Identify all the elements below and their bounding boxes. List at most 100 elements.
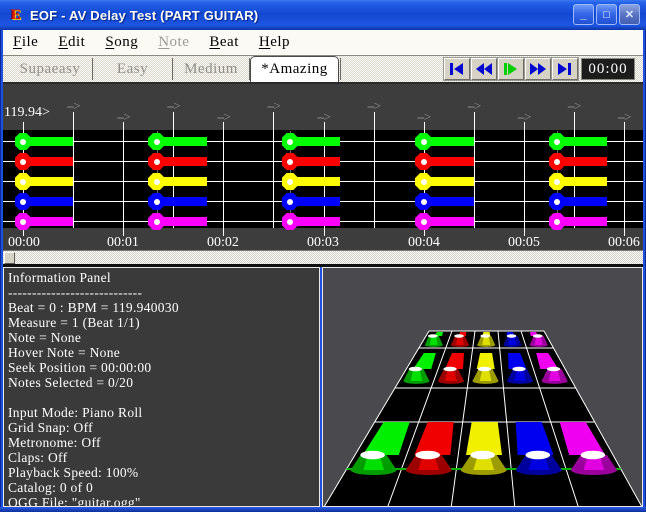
beat-line (223, 122, 224, 236)
note-gem-center-dot (554, 159, 560, 165)
note-gem-center-dot (421, 159, 427, 165)
fast-forward-button[interactable] (525, 58, 551, 80)
note-gem[interactable] (15, 193, 32, 210)
note-gem-center-dot (421, 199, 427, 205)
app-icon: E (8, 7, 24, 23)
note-gem-center-dot (20, 159, 26, 165)
note-gem[interactable] (148, 193, 165, 210)
tab-amazing[interactable]: *Amazing (250, 56, 339, 82)
gem-top-highlight (470, 451, 495, 460)
note-gem-center-dot (421, 219, 427, 225)
menu-item-edit[interactable]: Edit (48, 34, 95, 51)
beat-line (173, 112, 174, 228)
piano-roll-editor[interactable]: 119.94> -->-->-->-->-->-->-->-->-->-->--… (3, 84, 643, 264)
beat-arrow-icon: --> (311, 111, 337, 122)
note-gem-center-dot (20, 199, 26, 205)
gem-top-highlight (415, 451, 440, 460)
gem-top-highlight (547, 367, 560, 372)
note-gem-center-dot (287, 139, 293, 145)
gem-top-highlight (428, 334, 438, 337)
rewind-button[interactable] (471, 58, 497, 80)
gem-top-highlight (507, 334, 517, 337)
note-gem-center-dot (20, 179, 26, 185)
menu-item-help[interactable]: Help (249, 34, 300, 51)
double-left-triangle-icon (476, 63, 492, 75)
note-gem[interactable] (148, 213, 165, 230)
note-gem-center-dot (154, 199, 160, 205)
timeline-label: 00:04 (401, 235, 447, 251)
window-bottom-border (0, 507, 646, 512)
tab-separator (340, 58, 341, 80)
note-gem-center-dot (287, 179, 293, 185)
note-gem[interactable] (15, 153, 32, 170)
gem-top-highlight (360, 451, 385, 460)
note-gem-center-dot (421, 179, 427, 185)
menu-bar: FileEditSongNoteBeatHelp (3, 30, 643, 56)
gem-top-highlight (526, 451, 551, 460)
play-button[interactable] (498, 58, 524, 80)
beat-arrow-icon: --> (411, 111, 437, 122)
3d-preview-panel (322, 267, 643, 507)
go-to-start-button[interactable] (444, 58, 470, 80)
tab-supaeasy[interactable]: Supaeasy (8, 56, 92, 82)
beat-line (73, 112, 74, 228)
timeline-label: 00:02 (200, 235, 246, 251)
note-gem-center-dot (154, 139, 160, 145)
go-to-end-button[interactable] (552, 58, 578, 80)
window-title: EOF - AV Delay Test (PART GUITAR) (30, 8, 258, 23)
note-gem-center-dot (554, 199, 560, 205)
beat-arrow-icon: --> (511, 111, 537, 122)
note-gem-center-dot (154, 179, 160, 185)
gem-top-highlight (581, 451, 606, 460)
beat-arrow-icon: --> (561, 100, 587, 111)
tab-separator (172, 58, 173, 80)
right-triangle-bar-icon (557, 63, 573, 75)
gem-top-highlight (409, 367, 422, 372)
beat-arrow-icon: --> (361, 100, 387, 111)
gem-top-highlight (443, 367, 456, 372)
note-gem[interactable] (15, 173, 32, 190)
beat-line (624, 122, 625, 236)
maximize-button[interactable]: □ (596, 4, 617, 25)
gem-top-highlight (480, 334, 490, 337)
tab-medium[interactable]: Medium (173, 56, 249, 82)
minimize-button[interactable]: _ (573, 4, 594, 25)
tab-easy[interactable]: Easy (93, 56, 172, 82)
time-display: 00:00 (581, 58, 635, 80)
information-panel: Information Panel ----------------------… (3, 267, 320, 507)
beat-arrow-icon: --> (260, 100, 286, 111)
beat-arrow-icon: --> (110, 111, 136, 122)
note-gem[interactable] (15, 213, 32, 230)
beat-arrow-icon: --> (210, 111, 236, 122)
menu-item-file[interactable]: File (3, 34, 48, 51)
note-gem-center-dot (20, 139, 26, 145)
note-gem-center-dot (154, 219, 160, 225)
title-bar[interactable]: E EOF - AV Delay Test (PART GUITAR) _ □ … (0, 0, 646, 30)
gem-top-highlight (478, 367, 491, 372)
note-gem-center-dot (554, 219, 560, 225)
gem-top-highlight (454, 334, 464, 337)
note-gem-center-dot (20, 219, 26, 225)
seek-scrollbar[interactable] (3, 250, 643, 264)
note-gem[interactable] (148, 173, 165, 190)
note-gem[interactable] (148, 133, 165, 150)
beat-line (374, 112, 375, 228)
scrollbar-thumb[interactable] (4, 252, 15, 264)
beat-line (123, 122, 124, 236)
note-gem-center-dot (554, 179, 560, 185)
note-gem-center-dot (421, 139, 427, 145)
menu-item-beat[interactable]: Beat (199, 34, 249, 51)
note-gem-center-dot (287, 219, 293, 225)
timeline-label: 00:01 (100, 235, 146, 251)
note-gem[interactable] (148, 153, 165, 170)
note-gem[interactable] (15, 133, 32, 150)
bar-right-triangle-icon (503, 63, 519, 75)
timeline-label: 00:06 (601, 235, 643, 251)
beat-line (474, 112, 475, 228)
close-button[interactable]: ✕ (619, 4, 640, 25)
timeline-label: 00:00 (3, 235, 47, 251)
menu-item-song[interactable]: Song (95, 34, 148, 51)
menu-item-note[interactable]: Note (148, 34, 199, 51)
timeline-label: 00:05 (501, 235, 547, 251)
beat-arrow-icon: --> (60, 100, 86, 111)
